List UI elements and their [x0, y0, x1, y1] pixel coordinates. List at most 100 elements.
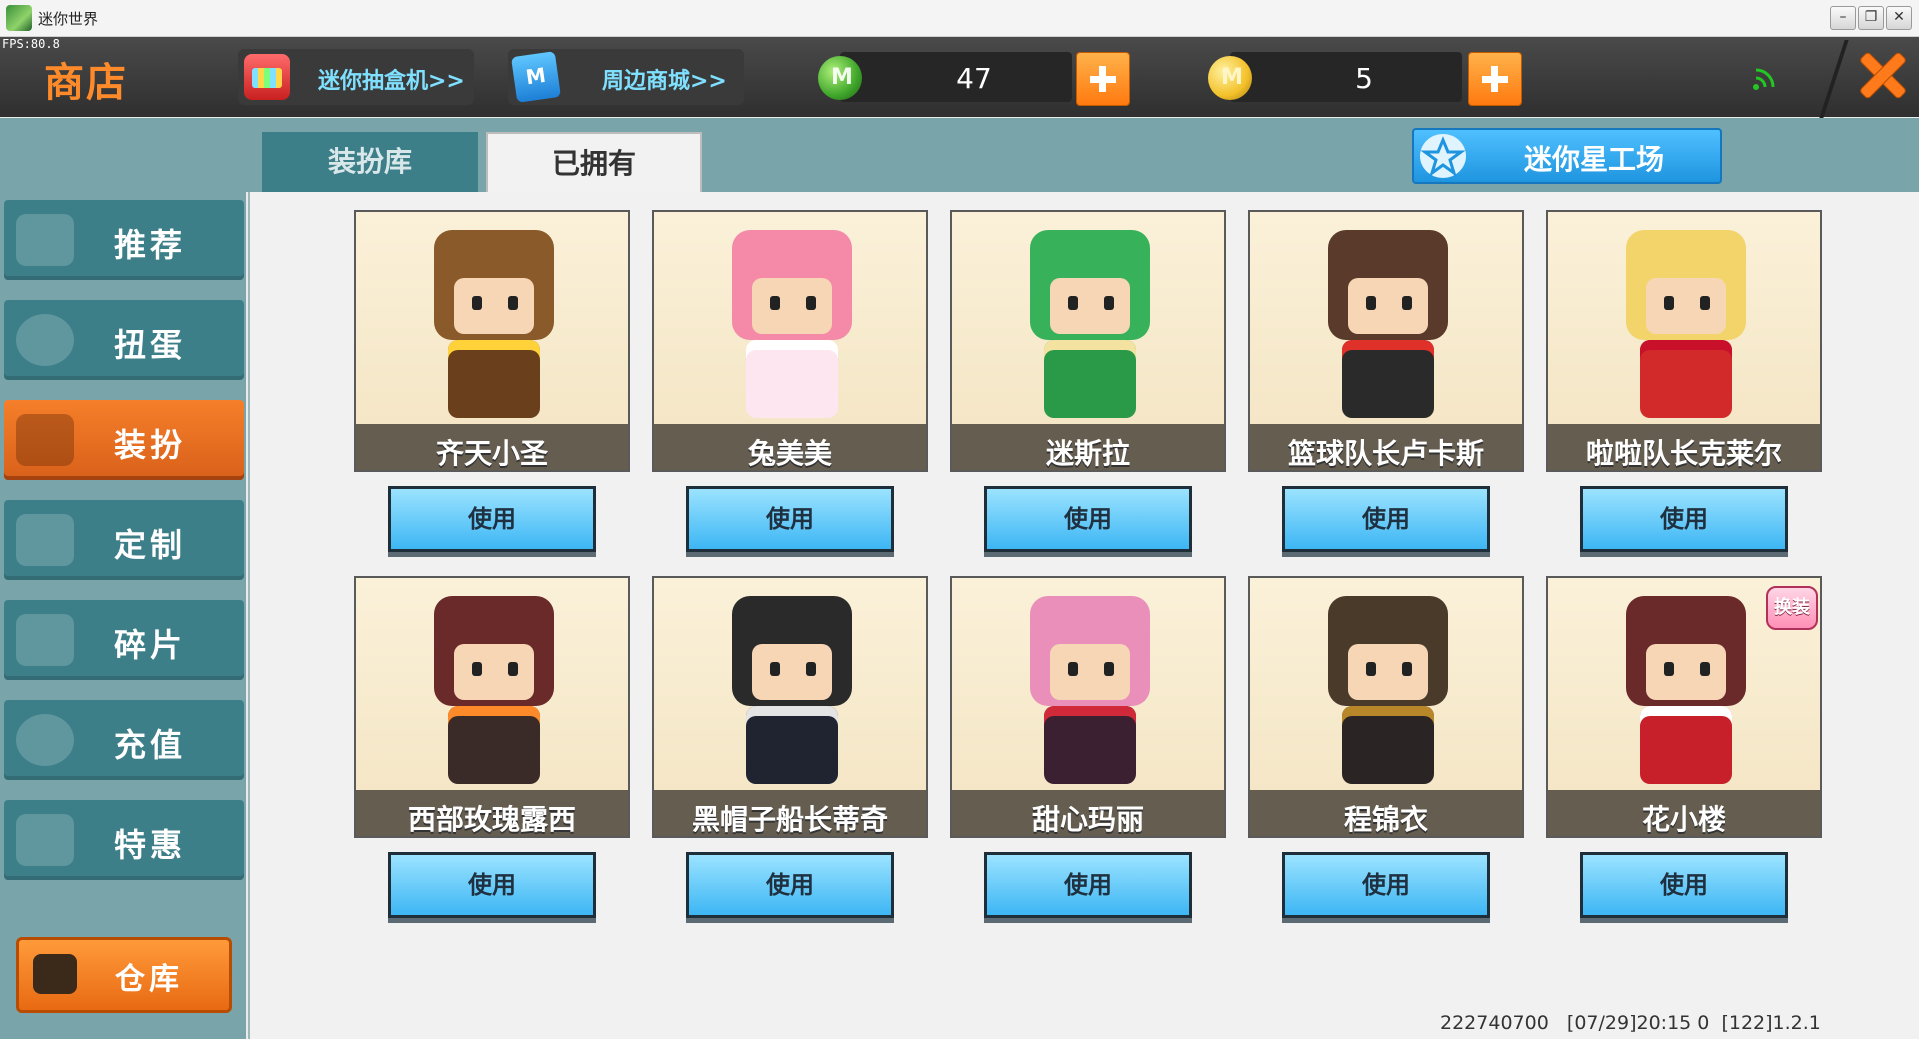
use-button[interactable]: 使用	[1580, 486, 1788, 552]
use-button[interactable]: 使用	[388, 852, 596, 918]
skin-card[interactable]: 程锦衣	[1248, 576, 1524, 838]
character-body	[448, 340, 540, 418]
use-button[interactable]: 使用	[686, 486, 894, 552]
window-title: 迷你世界	[38, 10, 99, 28]
window-title-bar	[0, 0, 1919, 37]
warehouse-button[interactable]: 仓库	[16, 937, 232, 1013]
skin-name: 迷斯拉	[1045, 437, 1130, 470]
character-portrait	[1588, 222, 1784, 422]
character-eye	[472, 296, 482, 310]
close-shop-button[interactable]	[1856, 48, 1910, 102]
thumbs-up-icon	[16, 214, 74, 266]
use-button[interactable]: 使用	[686, 852, 894, 918]
skin-card[interactable]: 齐天小圣	[354, 210, 630, 472]
character-eye	[1104, 296, 1114, 310]
sidebar-item-dressup[interactable]: 装扮	[4, 400, 244, 480]
sidebar-item-fragments[interactable]: 碎片	[4, 600, 244, 680]
capsule-icon	[16, 314, 74, 366]
character-eye	[472, 662, 482, 676]
sidebar-item-recharge[interactable]: 充值	[4, 700, 244, 780]
skin-name: 兔美美	[747, 437, 832, 470]
use-button[interactable]: 使用	[1282, 486, 1490, 552]
gift-icon	[16, 814, 74, 866]
character-eye	[806, 662, 816, 676]
character-body	[1342, 706, 1434, 784]
shopping-bag-icon[interactable]	[511, 51, 561, 103]
skin-name: 程锦衣	[1343, 803, 1428, 836]
use-button[interactable]: 使用	[984, 486, 1192, 552]
sidebar-item-recommend[interactable]: 推荐	[4, 200, 244, 280]
character-face	[1348, 278, 1428, 334]
skin-card[interactable]: 花小楼 换装	[1546, 576, 1822, 838]
use-button[interactable]: 使用	[1282, 852, 1490, 918]
add-coins-button[interactable]	[1468, 52, 1522, 106]
build-info: [07/29]20:15 0 [122]1.2.1	[1566, 1012, 1821, 1034]
character-face	[752, 644, 832, 700]
tab-dress-library[interactable]: 装扮库	[262, 132, 478, 192]
app-logo-icon	[6, 5, 32, 31]
use-button[interactable]: 使用	[388, 486, 596, 552]
outfit-change-badge: 换装	[1766, 586, 1818, 630]
skin-card[interactable]: 黑帽子船长蒂奇	[652, 576, 928, 838]
skin-card[interactable]: 啦啦队长克莱尔	[1546, 210, 1822, 472]
sidebar-item-label: 特惠	[114, 826, 187, 864]
character-eye	[508, 662, 518, 676]
tab-owned[interactable]: 已拥有	[486, 132, 702, 192]
signal-icon	[1753, 68, 1775, 90]
mini-workshop-button[interactable]: 迷你星工场	[1412, 128, 1722, 184]
skin-name: 花小楼	[1641, 803, 1726, 836]
restore-icon[interactable]: ❐	[1858, 6, 1884, 30]
character-portrait	[1290, 222, 1486, 422]
minimize-icon[interactable]: –	[1830, 6, 1856, 30]
sidebar-item-custom[interactable]: 定制	[4, 500, 244, 580]
sidebar-item-deals[interactable]: 特惠	[4, 800, 244, 880]
character-face	[454, 278, 534, 334]
coin-icon	[1208, 56, 1252, 100]
gachabox-label: 迷你抽盒机>>	[318, 69, 465, 94]
character-eye	[1068, 296, 1078, 310]
gachabox-icon[interactable]	[244, 54, 290, 100]
character-portrait	[694, 222, 890, 422]
character-body	[1044, 706, 1136, 784]
pencil-icon	[16, 514, 74, 566]
character-face	[1348, 644, 1428, 700]
fps-counter: FPS:80.8	[2, 37, 60, 51]
use-button[interactable]: 使用	[984, 852, 1192, 918]
sidebar-item-label: 充值	[114, 726, 187, 764]
character-portrait	[992, 222, 1188, 422]
character-eye	[770, 296, 780, 310]
skin-name: 篮球队长卢卡斯	[1287, 437, 1484, 470]
character-eye	[1664, 662, 1674, 676]
character-portrait	[992, 588, 1188, 788]
character-body	[1640, 340, 1732, 418]
sidebar-item-label: 定制	[114, 526, 187, 564]
workshop-label: 迷你星工场	[1524, 143, 1665, 176]
character-portrait	[1290, 588, 1486, 788]
character-portrait	[1588, 588, 1784, 788]
player-id: 222740700	[1440, 1012, 1549, 1034]
puzzle-icon	[16, 614, 74, 666]
skin-name: 西部玫瑰露西	[407, 803, 576, 836]
chest-icon	[33, 954, 77, 994]
skin-card[interactable]: 兔美美	[652, 210, 928, 472]
skin-card[interactable]: 迷斯拉	[950, 210, 1226, 472]
character-body	[448, 706, 540, 784]
character-face	[1050, 644, 1130, 700]
character-body	[746, 340, 838, 418]
add-gems-button[interactable]	[1076, 52, 1130, 106]
shirt-icon	[16, 414, 74, 466]
skin-card[interactable]: 篮球队长卢卡斯	[1248, 210, 1524, 472]
character-eye	[1068, 662, 1078, 676]
skin-card[interactable]: 甜心玛丽	[950, 576, 1226, 838]
sidebar-item-gacha[interactable]: 扭蛋	[4, 300, 244, 380]
character-face	[752, 278, 832, 334]
character-eye	[508, 296, 518, 310]
gem-amount: 47	[956, 62, 992, 95]
skin-name: 黑帽子船长蒂奇	[691, 803, 888, 836]
skin-name: 甜心玛丽	[1031, 803, 1144, 836]
use-button[interactable]: 使用	[1580, 852, 1788, 918]
window-close-icon[interactable]: ✕	[1886, 6, 1912, 30]
skin-card[interactable]: 西部玫瑰露西	[354, 576, 630, 838]
character-face	[1646, 644, 1726, 700]
sidebar-item-label: 扭蛋	[114, 326, 187, 364]
